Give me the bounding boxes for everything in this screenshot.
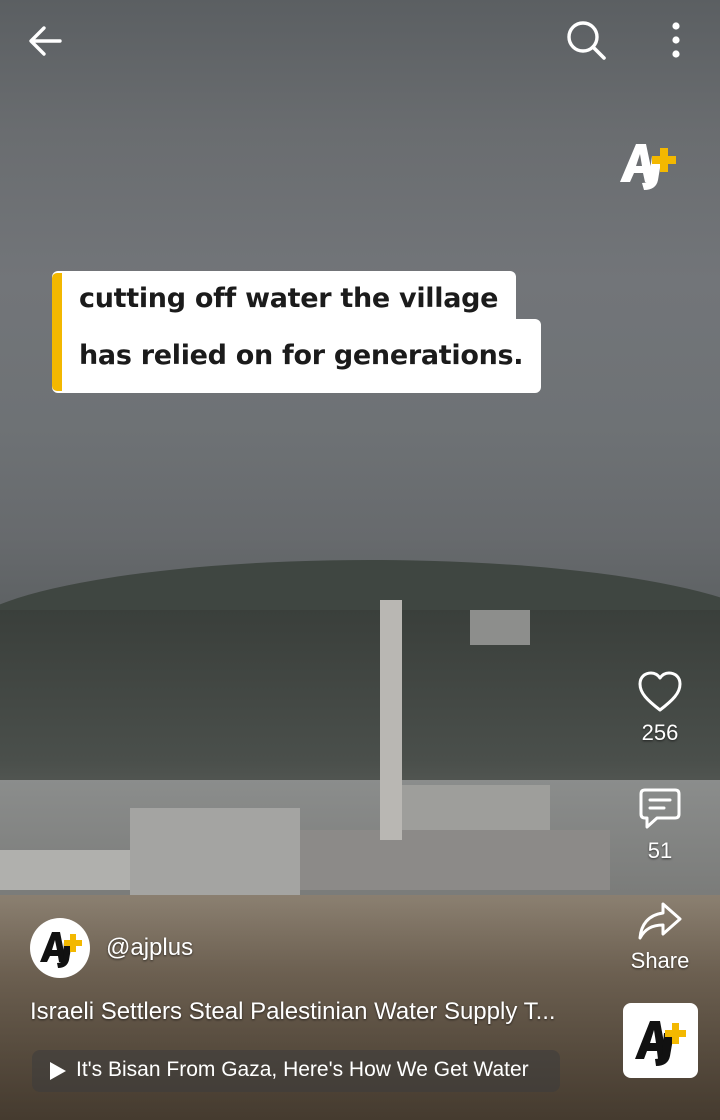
caption-line-2: has relied on for generations.	[52, 319, 542, 393]
more-vertical-icon	[672, 22, 680, 58]
channel-handle[interactable]: @ajplus	[106, 934, 193, 962]
channel-info[interactable]: @ajplus	[30, 918, 430, 980]
aj-plus-logo	[40, 932, 82, 968]
channel-badge[interactable]	[623, 1003, 698, 1078]
caption-accent-bar	[52, 273, 62, 391]
comment-count: 51	[647, 838, 673, 863]
play-icon	[50, 1062, 66, 1080]
like-count: 256	[641, 720, 679, 745]
related-video-label: It's Bisan From Gaza, Here's How We Get …	[76, 1058, 529, 1081]
aj-plus-badge-logo	[635, 1021, 686, 1066]
back-button[interactable]	[22, 18, 68, 64]
share-label: Share	[630, 948, 690, 973]
share-button[interactable]: Share	[620, 900, 700, 974]
search-button[interactable]	[562, 16, 610, 64]
comment-icon	[639, 788, 681, 829]
search-icon	[567, 21, 606, 60]
more-options-button[interactable]	[654, 16, 698, 64]
like-button[interactable]: 256	[620, 670, 700, 746]
heart-icon	[638, 671, 682, 712]
arrow-left-icon	[29, 26, 62, 56]
comment-button[interactable]: 51	[620, 786, 700, 864]
share-arrow-icon	[638, 902, 682, 940]
channel-avatar[interactable]	[30, 918, 90, 978]
top-bar	[0, 0, 720, 80]
video-title[interactable]: Israeli Settlers Steal Palestinian Water…	[30, 998, 610, 1026]
related-video-chip[interactable]: It's Bisan From Gaza, Here's How We Get …	[32, 1050, 560, 1092]
video-caption: cutting off water the village has relied…	[52, 271, 552, 395]
aj-plus-watermark-logo	[616, 136, 682, 196]
